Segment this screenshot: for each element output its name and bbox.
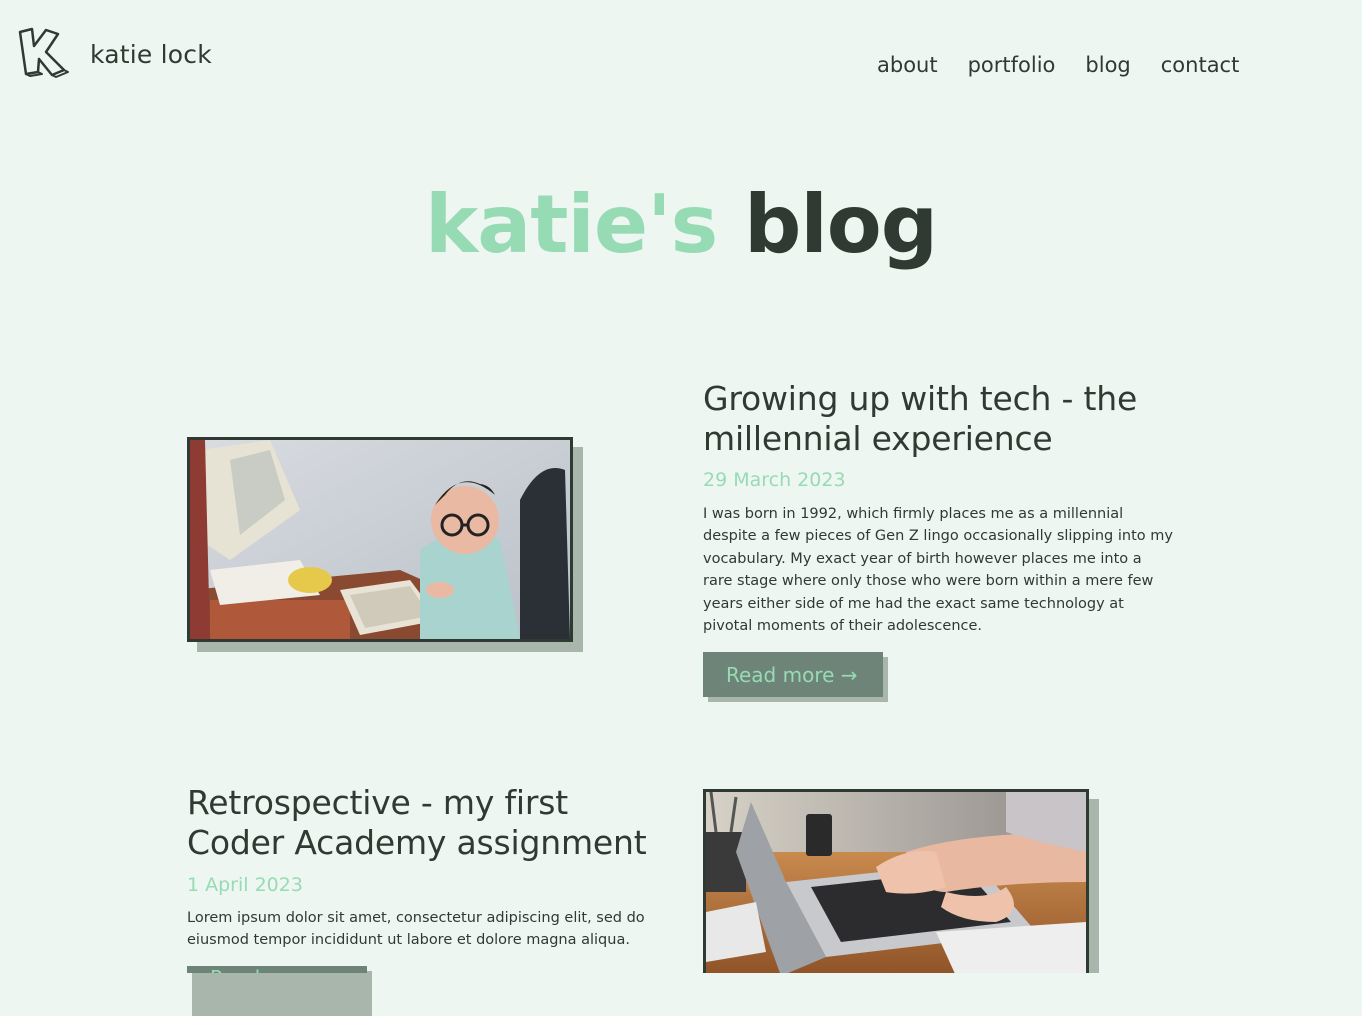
nav-link-portfolio[interactable]: portfolio xyxy=(968,50,1056,80)
post-excerpt: Lorem ipsum dolor sit amet, consectetur … xyxy=(187,910,645,949)
page-title-main: blog xyxy=(744,178,938,271)
post-title[interactable]: Retrospective - my first Coder Academy a… xyxy=(187,783,667,863)
read-more-button[interactable]: Read more → xyxy=(187,966,367,973)
site-name[interactable]: katie lock xyxy=(90,40,212,69)
button-shadow xyxy=(192,971,372,1016)
photo-illustration xyxy=(706,792,1086,973)
post-date: 29 March 2023 xyxy=(703,469,846,491)
child-at-computer-photo[interactable] xyxy=(187,437,573,642)
nav-link-blog[interactable]: blog xyxy=(1085,50,1130,80)
post-excerpt: I was born in 1992, which firmly places … xyxy=(703,506,1173,635)
read-more-button[interactable]: Read more → xyxy=(703,652,883,697)
nav-link-about[interactable]: about xyxy=(877,50,938,80)
k-letter-logo-icon[interactable] xyxy=(14,24,70,80)
photo-illustration xyxy=(190,440,570,639)
main-nav: about portfolio blog contact xyxy=(877,50,1239,80)
post-date: 1 April 2023 xyxy=(187,874,303,896)
page-title: katie's blog xyxy=(0,175,1362,275)
nav-link-contact[interactable]: contact xyxy=(1161,50,1240,80)
hands-typing-laptop-photo[interactable] xyxy=(703,789,1089,973)
page-title-accent: katie's xyxy=(425,178,718,271)
post-title[interactable]: Growing up with tech - the millennial ex… xyxy=(703,379,1173,459)
